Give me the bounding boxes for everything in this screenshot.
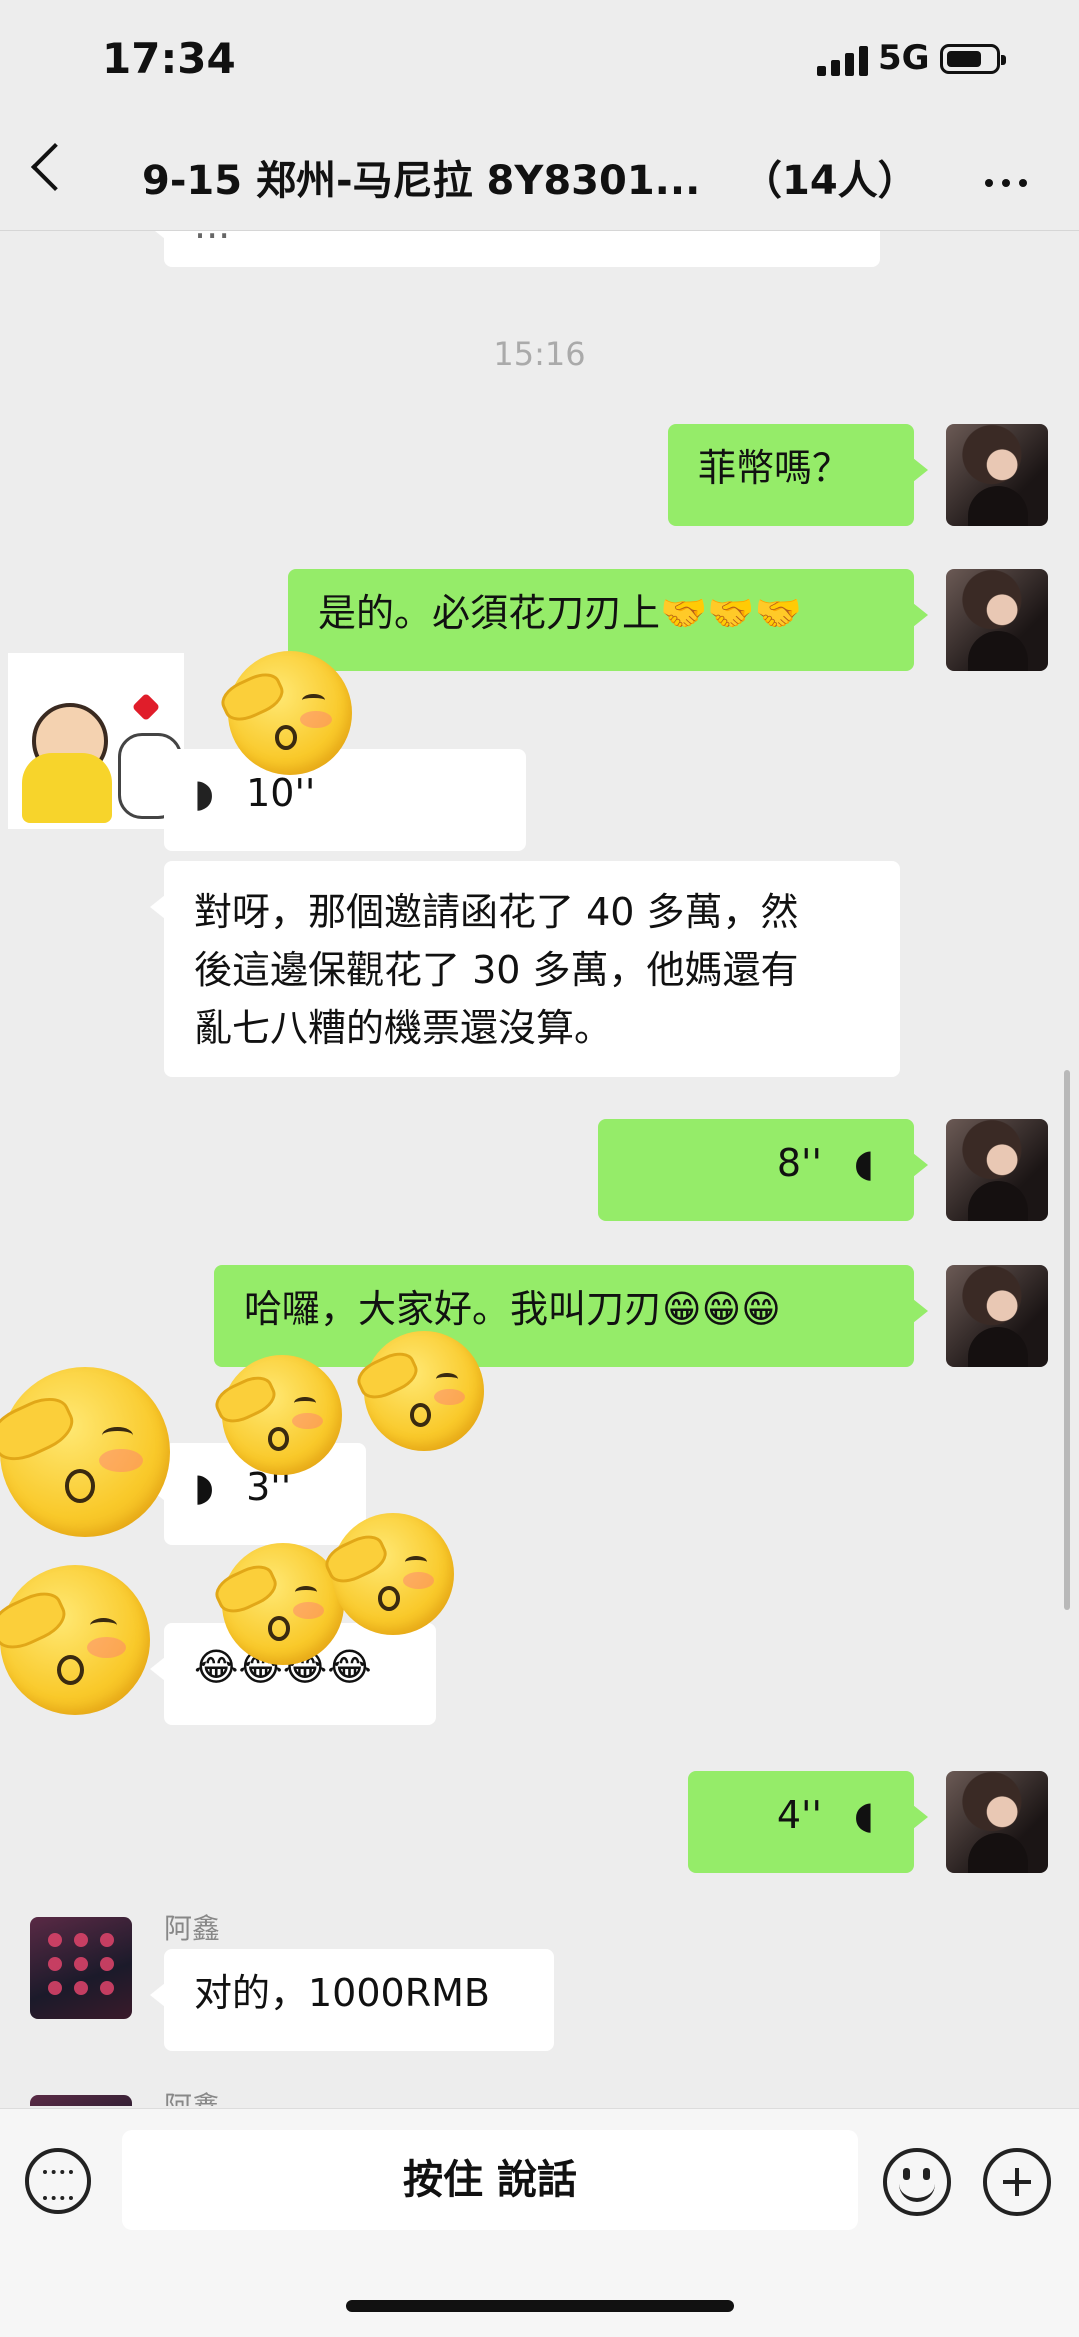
voice-icon: ◖ <box>853 1793 874 1837</box>
network-label: 5G <box>878 38 930 78</box>
message-text-line: 亂七八糟的機票還沒算。 <box>194 1006 613 1050</box>
message-text-line: 對呀，那個邀請函花了 40 多萬，然 <box>194 890 799 934</box>
message-bubble[interactable]: 菲幣嗎？ <box>668 424 928 526</box>
emoji-sticker <box>351 1331 484 1451</box>
member-count: （14人） <box>742 158 918 204</box>
more-icon[interactable] <box>985 172 1036 191</box>
message-text-line: 後這邊保觀花了 30 多萬，他媽還有 <box>194 948 799 992</box>
avatar[interactable] <box>30 2095 132 2106</box>
voice-message[interactable]: ◗ 10'' <box>150 749 526 851</box>
avatar[interactable] <box>946 1119 1048 1221</box>
avatar[interactable] <box>946 424 1048 526</box>
plus-icon[interactable] <box>983 2148 1051 2216</box>
hold-to-talk-button[interactable]: 按住 說話 <box>122 2130 858 2230</box>
emoji-sticker <box>215 651 352 775</box>
voice-message[interactable]: 8'' ◖ <box>598 1119 928 1221</box>
message-list[interactable]: ... 15:16 菲幣嗎？ 是的。必須花刀刃上🤝🤝🤝 ◗ 10'' 對呀，那個… <box>0 231 1079 2106</box>
status-time: 17:34 <box>102 34 236 83</box>
keyboard-icon[interactable] <box>25 2148 91 2214</box>
voice-message[interactable]: 4'' ◖ <box>688 1771 928 1873</box>
message-text: ... <box>194 231 230 247</box>
voice-duration: 10'' <box>246 771 316 815</box>
home-indicator <box>346 2300 734 2312</box>
timestamp: 15:16 <box>493 335 586 373</box>
battery-icon <box>940 44 1006 74</box>
signal-icon <box>817 44 869 76</box>
avatar[interactable] <box>946 1265 1048 1367</box>
voice-duration: 4'' <box>776 1793 822 1837</box>
message-bubble[interactable]: 对的，1000RMB <box>150 1949 554 2051</box>
emoji-icon[interactable] <box>883 2148 951 2216</box>
message-text: 菲幣嗎？ <box>698 446 851 490</box>
voice-icon: ◗ <box>194 771 215 815</box>
emoji-sticker <box>319 1513 454 1635</box>
message-bubble: ... <box>150 231 880 267</box>
sender-name: 阿鑫 <box>164 2085 220 2106</box>
message-bubble[interactable]: 對呀，那個邀請函花了 40 多萬，然 後這邊保觀花了 30 多萬，他媽還有 亂七… <box>150 861 900 1077</box>
message-text: 哈囉，大家好。我叫刀刃😁😁😁 <box>244 1287 781 1331</box>
voice-icon: ◖ <box>853 1141 874 1185</box>
chat-title: 9-15 郑州-马尼拉 8Y8301... <box>142 158 701 204</box>
message-bubble[interactable]: 哈囉，大家好。我叫刀刃😁😁😁 <box>214 1265 928 1367</box>
emoji-sticker <box>209 1355 342 1475</box>
voice-icon: ◗ <box>194 1465 215 1509</box>
emoji-sticker <box>0 1367 170 1537</box>
emoji-sticker <box>0 1565 150 1715</box>
avatar[interactable] <box>946 1771 1048 1873</box>
voice-duration: 8'' <box>776 1141 822 1185</box>
sender-name: 阿鑫 <box>164 1912 221 1945</box>
scrollbar[interactable] <box>1064 1070 1070 1610</box>
message-text: 是的。必須花刀刃上🤝🤝🤝 <box>318 591 802 635</box>
message-bubble[interactable]: 是的。必須花刀刃上🤝🤝🤝 <box>288 569 928 671</box>
message-text: 对的，1000RMB <box>194 1971 490 2015</box>
avatar[interactable] <box>946 569 1048 671</box>
avatar[interactable] <box>30 1917 132 2019</box>
